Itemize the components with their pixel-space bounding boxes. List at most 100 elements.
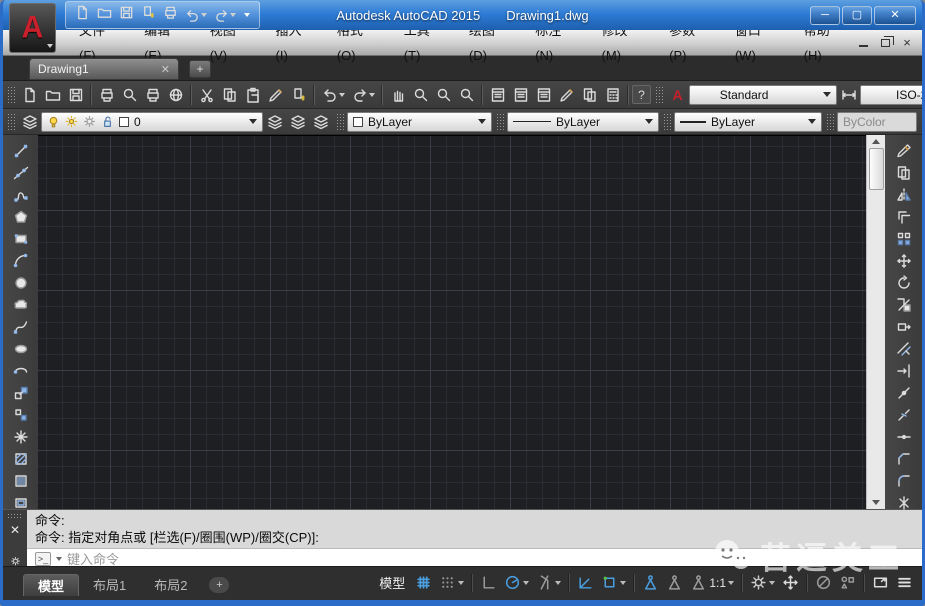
publish-button[interactable] [164, 83, 187, 106]
qat-print-button[interactable] [163, 5, 178, 25]
print-button[interactable] [95, 83, 118, 106]
drawing-canvas[interactable] [38, 135, 866, 509]
toolbar-grip[interactable] [826, 113, 834, 131]
customize-wrench-icon[interactable] [9, 556, 22, 566]
revision-cloud-button[interactable] [8, 294, 34, 316]
toolbar-grip[interactable] [7, 86, 15, 104]
pan-button[interactable] [386, 83, 409, 106]
qat-undo-button[interactable] [185, 8, 207, 23]
toolbar-grip[interactable] [655, 86, 663, 104]
scroll-down-icon[interactable] [872, 500, 880, 505]
layer-states-button[interactable] [309, 110, 332, 133]
break-at-point-button[interactable] [891, 382, 917, 404]
trim-button[interactable] [891, 338, 917, 360]
make-block-button[interactable] [8, 404, 34, 426]
zoom-realtime-button[interactable] [409, 83, 432, 106]
polyline-button[interactable] [8, 184, 34, 206]
annotation-visibility-button[interactable] [639, 571, 662, 595]
qat-redo-button[interactable] [214, 8, 236, 23]
object-snap-tracking-button[interactable] [574, 571, 597, 595]
toolbar-grip[interactable] [7, 113, 15, 131]
qat-open-button[interactable] [97, 5, 112, 25]
undo-button[interactable] [318, 83, 348, 106]
qat-new-button[interactable] [75, 5, 90, 25]
scale-button[interactable] [891, 294, 917, 316]
command-input-row[interactable]: >_ 键入命令 [27, 548, 922, 566]
layer-properties-button[interactable] [18, 110, 41, 133]
snap-mode-button[interactable] [436, 571, 467, 595]
vertical-scrollbar[interactable] [866, 135, 885, 509]
qat-save-button[interactable] [119, 5, 134, 25]
object-snap-button[interactable] [598, 571, 629, 595]
design-center-button[interactable] [509, 83, 532, 106]
scrollbar-thumb[interactable] [869, 148, 884, 190]
layout-tab-layout2[interactable]: 布局2 [140, 574, 201, 596]
maximize-button[interactable]: ▢ [842, 6, 872, 25]
ellipse-arc-button[interactable] [8, 360, 34, 382]
dim-style-button[interactable] [837, 83, 860, 106]
polar-tracking-button[interactable] [501, 571, 532, 595]
hatch-button[interactable] [8, 448, 34, 470]
properties-button[interactable] [486, 83, 509, 106]
customize-plus-button[interactable] [779, 571, 802, 595]
chamfer-button[interactable] [891, 448, 917, 470]
customization-menu-button[interactable] [893, 571, 916, 595]
redo-button[interactable] [348, 83, 378, 106]
arc-button[interactable] [8, 250, 34, 272]
layer-previous-button[interactable] [286, 110, 309, 133]
cut-button[interactable] [195, 83, 218, 106]
open-button[interactable] [41, 83, 64, 106]
move-button[interactable] [891, 250, 917, 272]
close-button[interactable]: ✕ [874, 6, 916, 25]
markup-set-manager-button[interactable] [578, 83, 601, 106]
gradient-button[interactable] [8, 470, 34, 492]
chevron-down-icon[interactable] [56, 557, 62, 561]
fillet-button[interactable] [891, 470, 917, 492]
minimize-button[interactable]: ─ [810, 6, 840, 25]
linetype-combo[interactable]: ByLayer [507, 112, 659, 132]
toolbar-grip[interactable] [663, 113, 671, 131]
erase-button[interactable] [891, 140, 917, 162]
toolbar-grip[interactable] [336, 113, 344, 131]
close-tab-icon[interactable]: ✕ [161, 63, 170, 76]
stretch-button[interactable] [891, 316, 917, 338]
ellipse-button[interactable] [8, 338, 34, 360]
command-input-placeholder[interactable]: 键入命令 [67, 549, 119, 566]
workspace-switching-button[interactable] [747, 571, 778, 595]
new-layout-button[interactable]: + [209, 577, 229, 593]
graphics-performance-button[interactable] [836, 571, 859, 595]
scroll-up-icon[interactable] [872, 139, 880, 144]
doc-minimize-button[interactable] [856, 37, 870, 49]
rectangle-button[interactable] [8, 228, 34, 250]
command-window-grip[interactable] [7, 513, 23, 518]
model-space-button[interactable]: 模型 [373, 573, 411, 592]
doc-restore-button[interactable] [878, 37, 892, 49]
ortho-button[interactable] [477, 571, 500, 595]
break-button[interactable] [891, 404, 917, 426]
isometric-drafting-button[interactable] [533, 571, 564, 595]
color-combo[interactable]: ByLayer [347, 112, 492, 132]
dim-style-combo[interactable]: ISO-25 [860, 85, 922, 105]
zoom-window-button[interactable] [432, 83, 455, 106]
file-tab-drawing1[interactable]: Drawing1 ✕ [29, 58, 179, 80]
plot-button[interactable] [141, 83, 164, 106]
text-style-combo[interactable]: Standard [689, 85, 837, 105]
rotate-button[interactable] [891, 272, 917, 294]
save-button[interactable] [64, 83, 87, 106]
autoscale-button[interactable] [663, 571, 686, 595]
new-button[interactable] [18, 83, 41, 106]
toolbar-grip[interactable] [496, 113, 504, 131]
isolate-objects-button[interactable] [812, 571, 835, 595]
point-button[interactable] [8, 426, 34, 448]
close-command-window-icon[interactable]: ✕ [10, 524, 20, 536]
construction-line-button[interactable] [8, 162, 34, 184]
extend-button[interactable] [891, 360, 917, 382]
qat-customize-icon[interactable] [244, 13, 250, 17]
tool-palettes-button[interactable] [532, 83, 555, 106]
annotation-scale-button[interactable]: 1:1 [687, 571, 737, 595]
clean-screen-button[interactable] [869, 571, 892, 595]
qat-save-as-button[interactable] [141, 5, 156, 25]
spline-button[interactable] [8, 316, 34, 338]
make-object-layer-current-button[interactable] [263, 110, 286, 133]
paste-button[interactable] [241, 83, 264, 106]
